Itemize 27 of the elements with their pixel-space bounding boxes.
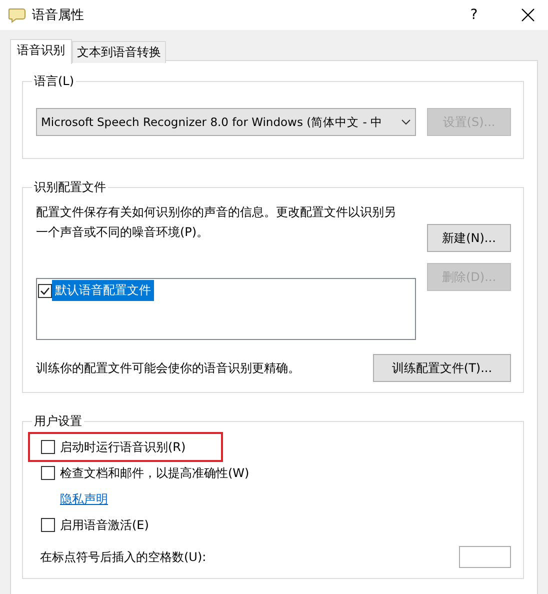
caret-icon (401, 119, 411, 125)
checkbox[interactable] (41, 466, 55, 480)
checkbox[interactable] (38, 284, 52, 298)
group-title: 用户设置 (33, 413, 83, 430)
privacy-link[interactable]: 隐私声明 (60, 490, 108, 508)
tab[interactable]: 文本到语音转换 (72, 41, 166, 63)
train-button[interactable]: 训练配置文件(T)... (373, 354, 511, 382)
profile-list[interactable]: 默认语音配置文件 (36, 278, 416, 340)
hint-text: 训练你的配置文件可能会使你的语音识别更精确。 (36, 360, 300, 376)
checkbox-label[interactable]: 启用语音激活(E) (60, 516, 149, 534)
checkbox-label[interactable]: 检查文档和邮件，以提高准确性(W) (60, 464, 250, 482)
language-dropdown[interactable]: Microsoft Speech Recognizer 8.0 for Windows (简体中文 - 中 (36, 108, 416, 136)
spaces-label: 在标点符号后插入的空格数(U): (40, 548, 206, 566)
checkbox[interactable] (41, 440, 55, 454)
close-icon (521, 8, 535, 22)
group-title: 识别配置文件 (33, 179, 107, 196)
tab[interactable]: 语音识别 (10, 39, 72, 64)
list-item[interactable]: 默认语音配置文件 (52, 280, 154, 301)
checkbox[interactable] (41, 518, 55, 532)
description-text: 配置文件保存有关如何识别你的声音的信息。更改配置文件以识别另一个声音或不同的噪音环境(P)。 (36, 204, 397, 241)
help-button[interactable]: ? (454, 7, 494, 23)
input-field[interactable] (459, 546, 511, 568)
button[interactable]: 新建(N)... (427, 224, 511, 252)
window-title: 语音属性 (32, 7, 85, 24)
speech-bubble-icon (8, 7, 26, 23)
group-title: 语言(L) (33, 73, 76, 90)
checkbox-label[interactable]: 启动时运行语音识别(R) (60, 438, 186, 456)
